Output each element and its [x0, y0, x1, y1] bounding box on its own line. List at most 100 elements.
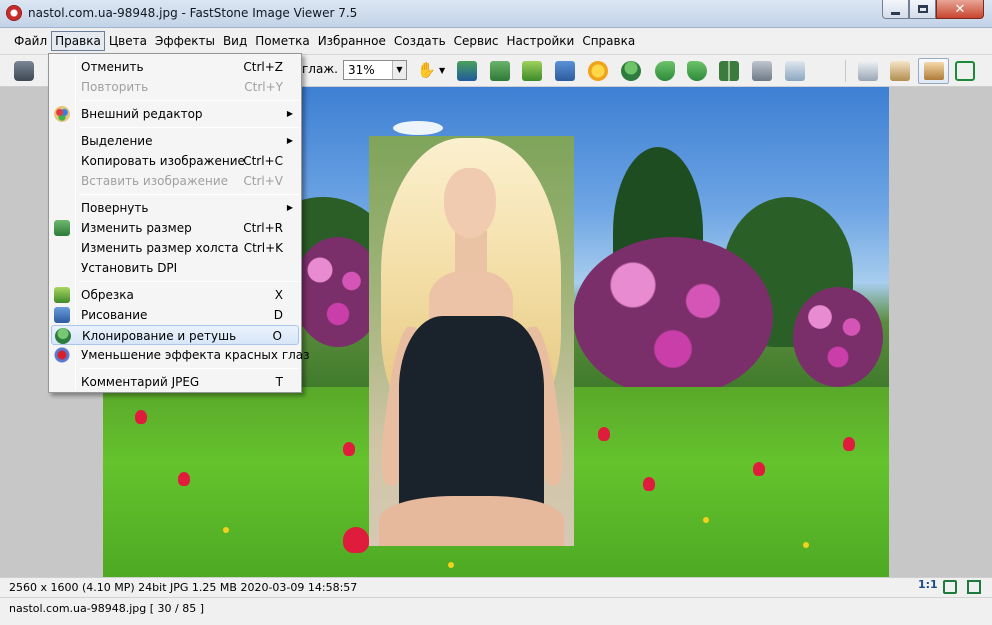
draw-icon[interactable]	[555, 61, 575, 81]
menu-item-jpeg-comment[interactable]: Комментарий JPEG T	[51, 372, 299, 392]
menu-item-label: Комментарий JPEG	[81, 375, 200, 389]
minimize-button[interactable]	[882, 0, 909, 19]
thumbnail-view-icon[interactable]	[890, 61, 910, 81]
menu-item-external-editor[interactable]: Внешний редактор ▶	[51, 104, 299, 124]
menu-item-label: Копировать изображение	[81, 154, 245, 168]
draw-icon	[54, 307, 70, 323]
menu-item-rotate[interactable]: Повернуть ▶	[51, 198, 299, 218]
menu-item-selection[interactable]: Выделение ▶	[51, 131, 299, 151]
menu-item-shortcut: X	[274, 288, 283, 302]
slideshow-icon[interactable]	[457, 61, 477, 81]
fullscreen-toggle-button[interactable]	[918, 58, 949, 84]
browser-mode-icon[interactable]	[858, 61, 878, 81]
menu-bar: Файл Правка Цвета Эффекты Вид Пометка Из…	[0, 28, 992, 55]
close-button[interactable]: ✕	[936, 0, 984, 19]
hand-tool-icon[interactable]: ✋	[417, 61, 436, 79]
camera-icon[interactable]	[14, 61, 34, 81]
fullscreen-icon[interactable]	[967, 580, 981, 594]
menu-separator	[79, 127, 299, 128]
menu-effects[interactable]: Эффекты	[151, 31, 219, 51]
menu-item-paste-image[interactable]: Вставить изображение Ctrl+V	[51, 171, 299, 191]
file-status-bar: nastol.com.ua-98948.jpg [ 30 / 85 ]	[0, 597, 992, 625]
cloud	[393, 121, 443, 135]
menu-item-canvas-size[interactable]: Изменить размер холста Ctrl+K	[51, 238, 299, 258]
crop-icon	[54, 287, 70, 303]
menu-tools[interactable]: Сервис	[450, 31, 503, 51]
fit-window-icon[interactable]	[955, 61, 975, 81]
legs	[379, 496, 564, 546]
menu-create[interactable]: Создать	[390, 31, 450, 51]
actual-size-button[interactable]: 1:1	[918, 578, 938, 591]
menu-separator	[79, 281, 299, 282]
menu-item-label: Установить DPI	[81, 261, 178, 275]
menu-colors[interactable]: Цвета	[105, 31, 151, 51]
menu-settings[interactable]: Настройки	[503, 31, 579, 51]
menu-item-copy-image[interactable]: Копировать изображение Ctrl+C	[51, 151, 299, 171]
title-bar: nastol.com.ua-98948.jpg - FastStone Imag…	[0, 0, 992, 28]
menu-tag[interactable]: Пометка	[251, 31, 313, 51]
status-bar: 2560 x 1600 (4.10 MP) 24bit JPG 1.25 MB …	[0, 577, 992, 597]
menu-item-label: Уменьшение эффекта красных глаз	[81, 348, 310, 362]
clone-icon[interactable]	[621, 61, 641, 81]
menu-item-resize[interactable]: Изменить размер Ctrl+R	[51, 218, 299, 238]
rotate-right-icon[interactable]	[687, 61, 707, 81]
dandelion	[223, 527, 229, 533]
menu-item-shortcut: Ctrl+C	[243, 154, 283, 168]
file-position: nastol.com.ua-98948.jpg [ 30 / 85 ]	[9, 602, 204, 615]
menu-file[interactable]: Файл	[10, 31, 51, 51]
rotate-left-icon[interactable]	[655, 61, 675, 81]
menu-item-set-dpi[interactable]: Установить DPI	[51, 258, 299, 278]
tulip	[598, 427, 610, 441]
menu-item-crop[interactable]: Обрезка X	[51, 285, 299, 305]
resize-icon	[54, 220, 70, 236]
menu-item-undo[interactable]: Отменить Ctrl+Z	[51, 57, 299, 77]
menu-item-label: Рисование	[81, 308, 148, 322]
resize-icon[interactable]	[490, 61, 510, 81]
menu-item-draw[interactable]: Рисование D	[51, 305, 299, 325]
smooth-label: глаж.	[302, 62, 338, 76]
portrait-photo	[369, 136, 574, 546]
menu-item-label: Повторить	[81, 80, 149, 94]
menu-favorites[interactable]: Избранное	[314, 31, 390, 51]
close-icon: ✕	[954, 1, 966, 17]
palette-icon	[54, 106, 70, 122]
tulip	[178, 472, 190, 486]
clone-icon	[55, 328, 71, 344]
menu-separator	[79, 368, 299, 369]
menu-item-label: Повернуть	[81, 201, 149, 215]
menu-item-label: Отменить	[81, 60, 144, 74]
menu-item-shortcut: Ctrl+V	[243, 174, 283, 188]
dandelion	[803, 542, 809, 548]
menu-item-clone-retouch[interactable]: Клонирование и ретушь O	[51, 325, 299, 345]
menu-separator	[79, 194, 299, 195]
tulip	[843, 437, 855, 451]
flower-bush	[573, 237, 773, 397]
dandelion	[448, 562, 454, 568]
chevron-down-icon[interactable]: ▼	[392, 61, 406, 79]
maximize-button[interactable]	[909, 0, 936, 19]
tulip	[135, 410, 147, 424]
brightness-icon[interactable]	[588, 61, 608, 81]
menu-item-label: Внешний редактор	[81, 107, 203, 121]
submenu-arrow-icon: ▶	[286, 136, 293, 145]
menu-item-shortcut: T	[275, 375, 283, 389]
fit-to-window-icon[interactable]	[943, 580, 957, 594]
hand-dropdown-icon[interactable]: ▼	[439, 66, 445, 75]
menu-view[interactable]: Вид	[219, 31, 251, 51]
zoom-value: 31%	[348, 63, 375, 77]
menu-help[interactable]: Справка	[578, 31, 639, 51]
menu-item-label: Изменить размер холста	[81, 241, 239, 255]
batch-icon[interactable]	[785, 61, 805, 81]
print-icon[interactable]	[752, 61, 772, 81]
menu-item-shortcut: Ctrl+K	[243, 241, 283, 255]
menu-item-shortcut: Ctrl+Y	[244, 80, 283, 94]
compare-icon[interactable]	[719, 61, 739, 81]
toolbar-separator	[845, 60, 846, 82]
crop-icon[interactable]	[522, 61, 542, 81]
zoom-select[interactable]: 31% ▼	[343, 60, 407, 80]
menu-edit[interactable]: Правка	[51, 31, 105, 51]
menu-item-label: Изменить размер	[81, 221, 192, 235]
menu-item-label: Клонирование и ретушь	[82, 329, 237, 343]
menu-item-redo[interactable]: Повторить Ctrl+Y	[51, 77, 299, 97]
menu-item-red-eye[interactable]: Уменьшение эффекта красных глаз	[51, 345, 310, 365]
